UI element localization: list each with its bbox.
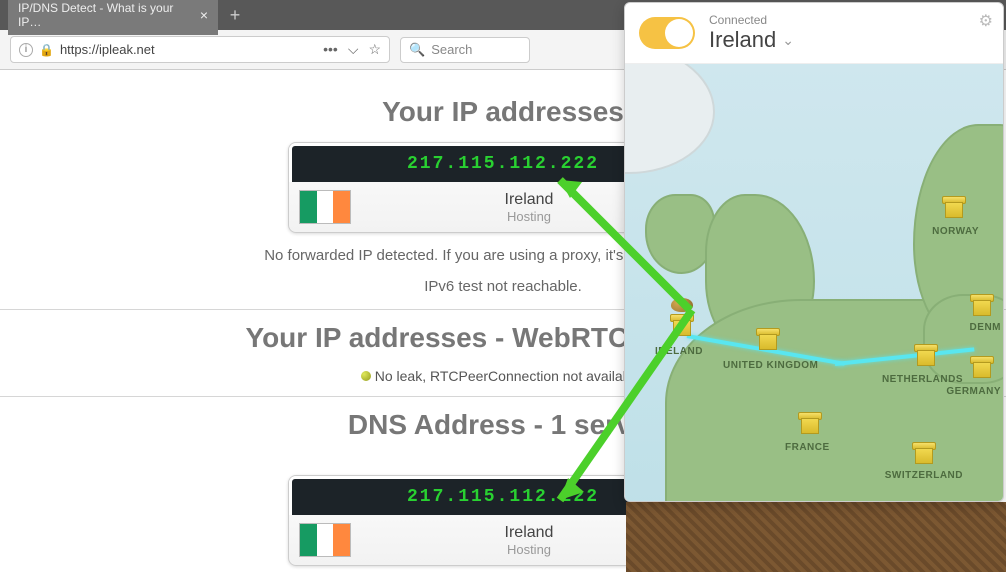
more-icon[interactable]: ••• [323,41,338,58]
lock-icon: 🔒 [39,43,54,57]
map-server-switzerland[interactable] [909,440,939,464]
new-tab-button[interactable]: + [224,4,246,26]
browser-tab[interactable]: IP/DNS Detect - What is your IP… × [8,0,218,35]
map-server-uk[interactable] [753,326,783,350]
site-info-icon[interactable]: i [19,43,33,57]
map-label-uk: UNITED KINGDOM [723,360,818,371]
map-server-france[interactable] [795,410,825,434]
flag-ireland-icon [299,523,351,557]
annotation-arrow-bottom [540,300,720,520]
map-server-norway[interactable] [939,194,969,218]
search-bar[interactable]: 🔍 Search [400,37,530,63]
flag-ireland-icon [299,190,351,224]
annotation-arrow-top [540,150,710,320]
vpn-status: Connected [709,13,794,27]
map-server-denmark[interactable] [967,292,997,316]
pocket-icon[interactable]: ⌵ [348,41,359,58]
bookmark-star-icon[interactable]: ☆ [368,41,381,58]
chevron-down-icon: ⌄ [782,32,794,49]
url-text: https://ipleak.net [60,42,155,57]
status-dot-icon [361,371,371,381]
search-icon: 🔍 [409,42,425,58]
map-label-norway: NORWAY [932,226,979,237]
search-placeholder: Search [431,42,472,57]
map-server-germany[interactable] [967,354,997,378]
tab-title: IP/DNS Detect - What is your IP… [18,1,192,29]
vpn-country-selector[interactable]: Ireland ⌄ [709,27,794,53]
map-label-denmark: DENM [970,322,1001,333]
map-label-switzerland: SWITZERLAND [885,470,963,481]
vpn-country-name: Ireland [709,27,776,53]
map-label-netherlands: NETHERLANDS [882,374,963,385]
vpn-toggle[interactable] [639,17,695,49]
gear-icon[interactable]: ⚙ [979,11,993,31]
map-label-germany: GERMANY [946,386,1001,397]
close-tab-icon[interactable]: × [200,7,208,23]
url-bar[interactable]: i 🔒 https://ipleak.net ••• ⌵ ☆ [10,36,390,63]
map-server-netherlands[interactable] [911,342,941,366]
map-label-france: FRANCE [785,442,830,453]
vpn-header: Connected Ireland ⌄ ⚙ [625,3,1003,64]
